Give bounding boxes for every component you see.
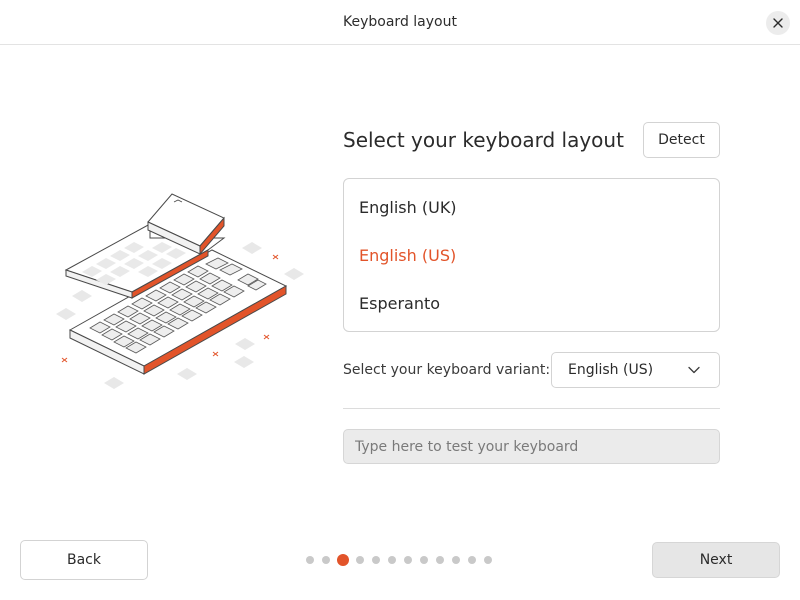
layout-item-english-uk[interactable]: English (UK) <box>359 198 457 217</box>
layout-item-esperanto[interactable]: Esperanto <box>359 294 440 313</box>
pager-dot <box>356 556 364 564</box>
keyboard-illustration <box>56 193 304 389</box>
section-divider <box>343 408 720 409</box>
pager-dot <box>306 556 314 564</box>
layout-list[interactable]: English (UK) English (US) Esperanto <box>343 178 720 332</box>
pager-dot <box>468 556 476 564</box>
close-button[interactable] <box>766 11 790 35</box>
variant-value: English (US) <box>568 362 654 378</box>
installer-window: Keyboard layout Select your keyboard lay… <box>0 0 800 600</box>
pager-dot-active <box>337 554 349 566</box>
title-bar: Keyboard layout <box>0 0 800 45</box>
window-title: Keyboard layout <box>343 14 457 30</box>
pager-dot <box>372 556 380 564</box>
pager-dot <box>322 556 330 564</box>
chevron-down-icon <box>688 366 700 374</box>
page-indicator <box>300 551 500 569</box>
back-button[interactable]: Back <box>20 540 148 580</box>
pager-dot <box>452 556 460 564</box>
pager-dot <box>420 556 428 564</box>
pager-dot <box>388 556 396 564</box>
keyboard-test-input[interactable] <box>343 429 720 464</box>
pager-dot <box>404 556 412 564</box>
close-icon <box>773 18 783 28</box>
variant-label: Select your keyboard variant: <box>343 362 551 378</box>
layout-item-english-us[interactable]: English (US) <box>359 246 456 265</box>
next-button[interactable]: Next <box>652 542 780 578</box>
page-title: Select your keyboard layout <box>343 128 624 152</box>
variant-dropdown[interactable]: English (US) <box>551 352 720 388</box>
pager-dot <box>484 556 492 564</box>
detect-button[interactable]: Detect <box>643 122 720 158</box>
pager-dot <box>436 556 444 564</box>
